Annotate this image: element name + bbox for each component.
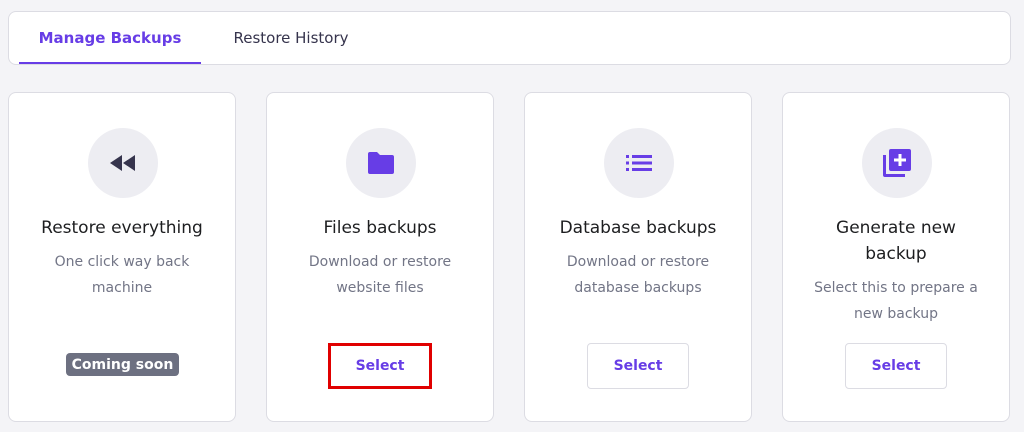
generate-select-button[interactable]: Select <box>845 343 947 389</box>
card-title: Generate new backup <box>836 218 956 264</box>
list-icon <box>626 155 652 171</box>
add-layers-icon <box>883 149 911 177</box>
card-title: Restore everything <box>41 218 203 238</box>
card-title: Files backups <box>323 218 437 238</box>
folder-icon <box>368 152 394 174</box>
card-description: One click way back machine <box>54 254 190 296</box>
tab-restore-history[interactable]: Restore History <box>211 12 371 64</box>
card-title: Database backups <box>559 218 717 238</box>
card-description: Download or restore database backups <box>566 254 710 296</box>
coming-soon-badge: Coming soon <box>66 353 179 376</box>
icon-circle <box>604 128 674 198</box>
icon-circle <box>346 128 416 198</box>
icon-circle <box>862 128 932 198</box>
database-select-button[interactable]: Select <box>587 343 689 389</box>
tab-label: Manage Backups <box>38 29 182 47</box>
rewind-icon <box>110 155 135 171</box>
generate-backup-card: Generate new backup Select this to prepa… <box>782 92 1010 422</box>
tabs-bar: Manage Backups Restore History <box>8 11 1011 65</box>
restore-everything-card: Restore everything One click way back ma… <box>8 92 236 422</box>
icon-circle <box>88 128 158 198</box>
card-description: Select this to prepare a new backup <box>814 280 978 322</box>
files-backups-card: Files backups Download or restore websit… <box>266 92 494 422</box>
card-description: Download or restore website files <box>308 254 452 296</box>
tab-manage-backups[interactable]: Manage Backups <box>19 12 201 64</box>
tab-label: Restore History <box>233 29 349 47</box>
database-backups-card: Database backups Download or restore dat… <box>524 92 752 422</box>
files-select-button[interactable]: Select <box>328 343 432 389</box>
